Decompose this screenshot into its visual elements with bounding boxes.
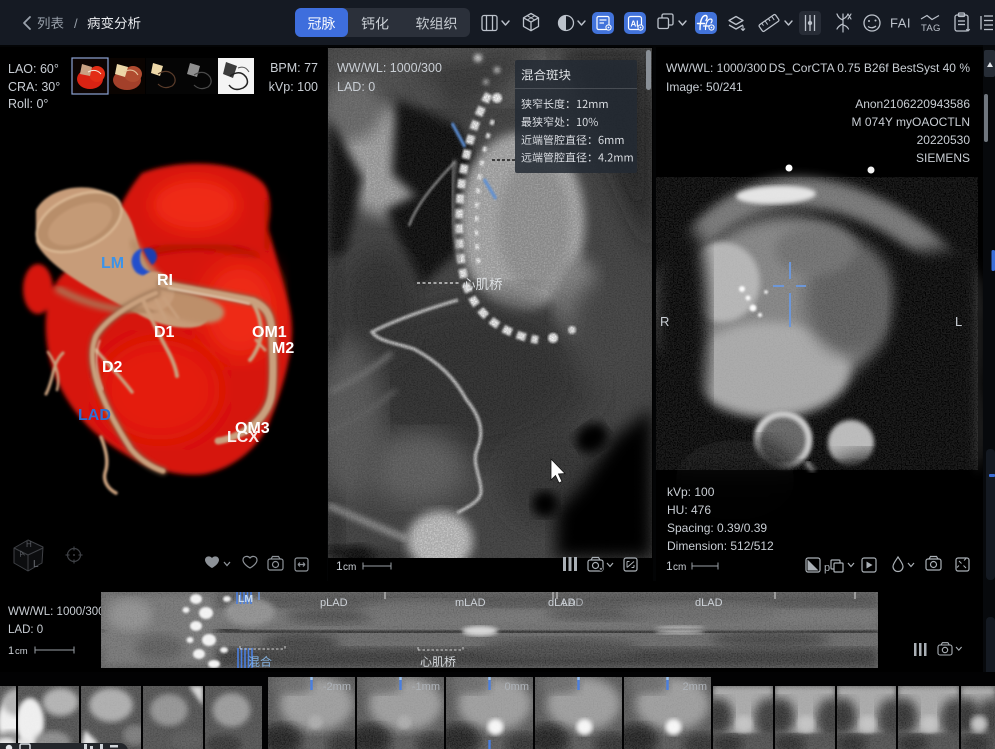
svg-text:CRA: 30°: CRA: 30° (8, 80, 60, 94)
svg-text:LCX: LCX (227, 429, 259, 446)
svg-text:cm: cm (343, 562, 356, 573)
svg-text:2mm: 2mm (683, 681, 707, 693)
svg-text:AI: AI (631, 20, 639, 29)
svg-text:dLAD: dLAD (695, 597, 723, 609)
svg-text:BPM: 77: BPM: 77 (270, 61, 318, 75)
svg-text:cm: cm (673, 562, 686, 573)
svg-text:1: 1 (666, 559, 673, 573)
svg-text:L: L (33, 559, 39, 570)
svg-text:Dimension: 512/512: Dimension: 512/512 (667, 539, 774, 553)
svg-text:20220530: 20220530 (917, 133, 971, 147)
svg-text:0mm: 0mm (505, 681, 529, 693)
svg-text:1: 1 (336, 559, 343, 573)
svg-text:H: H (26, 540, 32, 549)
svg-text:WW/WL: 1000/300: WW/WL: 1000/300 (337, 61, 442, 75)
svg-text:FAI: FAI (890, 16, 911, 31)
svg-text:1: 1 (8, 645, 14, 657)
svg-text:LAD: 0: LAD: 0 (8, 624, 43, 636)
svg-text:Image: 50/241: Image: 50/241 (666, 80, 743, 94)
svg-text:LM: LM (101, 255, 124, 272)
svg-text:M 074Y myOAOCTLN: M 074Y myOAOCTLN (852, 115, 970, 129)
svg-text:D2: D2 (102, 359, 123, 376)
svg-text:RI: RI (157, 272, 173, 289)
svg-text:D1: D1 (154, 324, 175, 341)
svg-text:Anon2106220943586: Anon2106220943586 (855, 97, 970, 111)
svg-text:mLAD: mLAD (455, 597, 486, 609)
svg-text:LAO: 60°: LAO: 60° (8, 62, 59, 76)
svg-text:Roll: 0°: Roll: 0° (8, 97, 48, 111)
svg-text:-2mm: -2mm (323, 681, 351, 693)
svg-text:SIEMENS: SIEMENS (916, 151, 970, 165)
svg-text:L: L (955, 314, 962, 329)
svg-text:TAG: TAG (921, 23, 941, 34)
svg-text:cm: cm (15, 646, 28, 657)
svg-text:HU: 476: HU: 476 (667, 503, 711, 517)
svg-text:LAD: LAD (78, 407, 111, 424)
svg-text:LM: LM (238, 593, 253, 605)
svg-text:WW/WL: 1000/300: WW/WL: 1000/300 (666, 61, 767, 75)
svg-text:DS_CorCTA 0.75 B26f BestSyst 4: DS_CorCTA 0.75 B26f BestSyst 40 % (769, 61, 971, 75)
svg-text:kVp: 100: kVp: 100 (667, 485, 715, 499)
svg-text:OM1: OM1 (252, 324, 287, 341)
svg-text:/: / (74, 16, 78, 31)
svg-text:pLAD: pLAD (320, 597, 348, 609)
svg-text:-1mm: -1mm (412, 681, 440, 693)
svg-text:WW/WL: 1000/300: WW/WL: 1000/300 (8, 606, 105, 618)
svg-text:Spacing: 0.39/0.39: Spacing: 0.39/0.39 (667, 521, 767, 535)
svg-text:p: p (824, 562, 830, 574)
svg-text:M2: M2 (272, 340, 294, 357)
svg-text:LAD: 0: LAD: 0 (337, 80, 375, 94)
svg-text:R: R (660, 314, 669, 329)
svg-text:kVp: 100: kVp: 100 (269, 80, 318, 94)
svg-text:LAD: LAD (562, 597, 583, 609)
